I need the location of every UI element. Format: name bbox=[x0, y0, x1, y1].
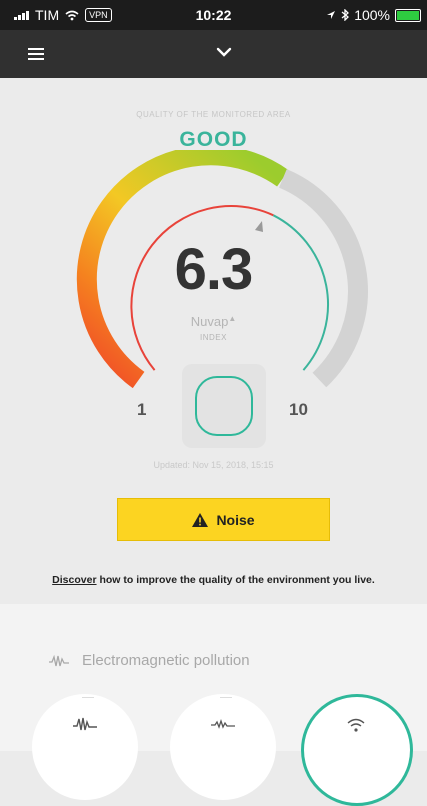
battery-icon bbox=[395, 8, 421, 22]
status-bar: TIM VPN 10:22 100% bbox=[0, 0, 427, 30]
nav-bar bbox=[0, 30, 427, 78]
index-label: INDEX bbox=[200, 333, 227, 342]
em-title: Electromagnetic pollution bbox=[82, 652, 250, 669]
device-button[interactable] bbox=[182, 364, 266, 448]
discover-text: Discover how to improve the quality of t… bbox=[0, 574, 427, 586]
chevron-down-icon[interactable] bbox=[215, 46, 233, 58]
quality-rating: GOOD bbox=[179, 128, 248, 151]
gauge-pointer bbox=[255, 221, 263, 232]
hamburger-icon[interactable] bbox=[28, 48, 44, 60]
warning-icon bbox=[192, 512, 209, 527]
sensor-card-wifi[interactable] bbox=[301, 694, 413, 806]
brand-mark-icon: ▲ bbox=[228, 314, 237, 323]
brand-label: Nuvap▲ bbox=[0, 314, 427, 329]
em-header: Electromagnetic pollution bbox=[48, 652, 250, 669]
brand-name: Nuvap bbox=[190, 314, 229, 329]
low-frequency-wave-icon bbox=[211, 718, 235, 729]
bluetooth-icon bbox=[341, 9, 350, 21]
quality-score: 6.3 bbox=[174, 237, 254, 302]
discover-description: how to improve the quality of the enviro… bbox=[96, 574, 375, 586]
system-icons: 100% bbox=[326, 7, 421, 23]
scale-min: 1 bbox=[137, 400, 147, 419]
updated-timestamp: Updated: Nov 15, 2018, 15:15 bbox=[153, 460, 274, 470]
noise-alert-button[interactable]: Noise bbox=[117, 498, 330, 541]
wifi-icon bbox=[347, 718, 365, 732]
device-icon bbox=[195, 376, 253, 436]
sensor-tick bbox=[220, 697, 232, 698]
battery-percent: 100% bbox=[354, 7, 390, 23]
location-icon bbox=[327, 11, 336, 19]
area-caption: QUALITY OF THE MONITORED AREA bbox=[136, 110, 291, 119]
alert-label: Noise bbox=[216, 511, 255, 528]
sensor-card-em[interactable] bbox=[32, 694, 138, 800]
sensor-card-lowfreq[interactable] bbox=[170, 694, 276, 800]
sensor-tick bbox=[82, 697, 94, 698]
waveform-icon bbox=[49, 654, 69, 666]
discover-link[interactable]: Discover bbox=[52, 574, 96, 586]
scale-max: 10 bbox=[289, 400, 308, 419]
waveform-icon bbox=[73, 717, 97, 731]
